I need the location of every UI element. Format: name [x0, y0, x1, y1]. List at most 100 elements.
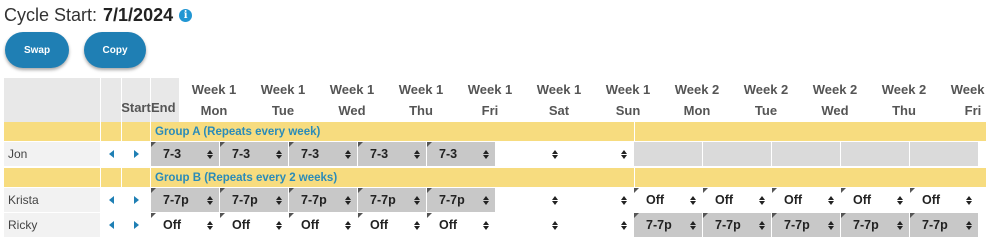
shift-select[interactable] [565, 142, 634, 166]
shift-value: Off [853, 193, 872, 207]
shift-select[interactable]: 7-7p [841, 213, 910, 237]
arrow-down-icon [345, 200, 351, 205]
person-row: Jon 7-3 7-3 7-3 7-3 7-3 [4, 142, 979, 166]
shift-select[interactable]: 7-7p [358, 188, 427, 212]
shift-select[interactable]: 7-7p [427, 188, 496, 212]
shift-value: Off [784, 193, 803, 207]
corner-marker-icon [220, 188, 225, 193]
up-down-arrows-icon [483, 195, 489, 205]
shift-select[interactable] [496, 213, 565, 237]
info-icon[interactable]: i [179, 8, 193, 22]
arrow-down-icon [828, 225, 834, 230]
shift-left-button[interactable] [101, 188, 122, 212]
shift-select[interactable]: 7-3 [427, 142, 496, 166]
shift-select[interactable]: 7-7p [634, 213, 703, 237]
day-header-week: Week 2 [674, 82, 720, 97]
shift-value: 7-7p [646, 218, 672, 232]
shift-select[interactable]: 7-7p [703, 213, 772, 237]
arrow-up-icon [621, 195, 627, 200]
group-header-row: Group B (Repeats every 2 weeks) [4, 168, 986, 187]
shift-left-button[interactable] [101, 142, 122, 166]
corner-marker-icon [289, 142, 294, 147]
day-header-week: Week 2 [812, 82, 858, 97]
shift-select[interactable]: Off [772, 188, 841, 212]
group-label-cell: Group B (Repeats every 2 weeks) [151, 168, 635, 187]
shift-select[interactable]: Off [220, 213, 289, 237]
shift-select[interactable]: Off [151, 213, 220, 237]
corner-marker-icon [772, 188, 777, 193]
arrow-up-icon [345, 220, 351, 225]
shift-select[interactable] [496, 188, 565, 212]
day-header-week: Week 2 [950, 82, 986, 97]
arrow-up-icon [621, 149, 627, 154]
swap-button[interactable]: Swap [5, 32, 69, 68]
day-header-week: Week 2 [743, 82, 789, 97]
group-header-row: Group A (Repeats every week) [4, 122, 986, 141]
shift-select[interactable]: Off [841, 188, 910, 212]
shift-value: 7-7p [439, 193, 465, 207]
arrow-down-icon [897, 225, 903, 230]
arrow-down-icon [759, 225, 765, 230]
group-name-spacer [4, 168, 101, 187]
up-down-arrows-icon [690, 195, 696, 205]
arrow-up-icon [345, 149, 351, 154]
arrow-up-icon [621, 220, 627, 225]
up-down-arrows-icon [552, 220, 558, 230]
header-end-label: End [151, 100, 176, 115]
shift-value: 7-7p [370, 193, 396, 207]
shift-value: Off [301, 218, 320, 232]
arrow-up-icon [414, 149, 420, 154]
shift-select[interactable]: 7-3 [151, 142, 220, 166]
corner-marker-icon [358, 213, 363, 218]
day-header-week: Week 1 [398, 82, 444, 97]
corner-marker-icon [151, 213, 156, 218]
shift-select[interactable]: Off [427, 213, 496, 237]
shift-select[interactable]: Off [703, 188, 772, 212]
up-down-arrows-icon [414, 195, 420, 205]
shift-select[interactable]: Off [289, 213, 358, 237]
shift-select[interactable] [565, 213, 634, 237]
shift-right-button[interactable] [122, 188, 151, 212]
day-header: Week 1 Sat [525, 78, 594, 122]
day-header-day: Fri [481, 103, 499, 118]
group-label: Group B (Repeats every 2 weeks) [155, 171, 338, 184]
shift-right-button[interactable] [122, 213, 151, 237]
arrow-down-icon [414, 225, 420, 230]
day-header-text: Week 2 Mon [675, 79, 720, 121]
shift-select[interactable]: 7-7p [151, 188, 220, 212]
shift-select[interactable] [565, 188, 634, 212]
day-header-text: Week 1 Tue [261, 79, 306, 121]
day-header-text: Week 1 Sat [537, 79, 582, 121]
group-start-spacer [122, 168, 151, 187]
day-header-week: Week 1 [467, 82, 513, 97]
arrow-down-icon [483, 154, 489, 159]
arrow-down-icon [897, 200, 903, 205]
shift-select[interactable]: 7-7p [772, 213, 841, 237]
shift-right-button[interactable] [122, 142, 151, 166]
shift-value: 7-3 [163, 147, 182, 161]
shift-select[interactable]: Off [634, 188, 703, 212]
shift-select[interactable]: 7-7p [220, 188, 289, 212]
shift-select[interactable]: 7-7p [910, 213, 979, 237]
day-header: Week 1 Mon [180, 78, 249, 122]
shift-select[interactable]: Off [910, 188, 979, 212]
shift-select[interactable]: 7-3 [289, 142, 358, 166]
shift-select[interactable]: Off [358, 213, 427, 237]
arrow-down-icon [276, 154, 282, 159]
copy-button[interactable]: Copy [84, 32, 146, 68]
arrow-up-icon [276, 149, 282, 154]
up-down-arrows-icon [414, 220, 420, 230]
shift-select[interactable]: 7-7p [289, 188, 358, 212]
shift-value: 7-3 [301, 147, 320, 161]
arrow-up-icon [207, 149, 213, 154]
group-label-cell: Group A (Repeats every week) [151, 122, 635, 141]
up-down-arrows-icon [759, 220, 765, 230]
empty-shift-cell [634, 142, 703, 166]
arrow-down-icon [207, 200, 213, 205]
header-start: Start [121, 78, 151, 122]
shift-select[interactable]: 7-3 [220, 142, 289, 166]
shift-select[interactable]: 7-3 [358, 142, 427, 166]
arrow-down-icon [621, 154, 627, 159]
shift-left-button[interactable] [101, 213, 122, 237]
shift-select[interactable] [496, 142, 565, 166]
